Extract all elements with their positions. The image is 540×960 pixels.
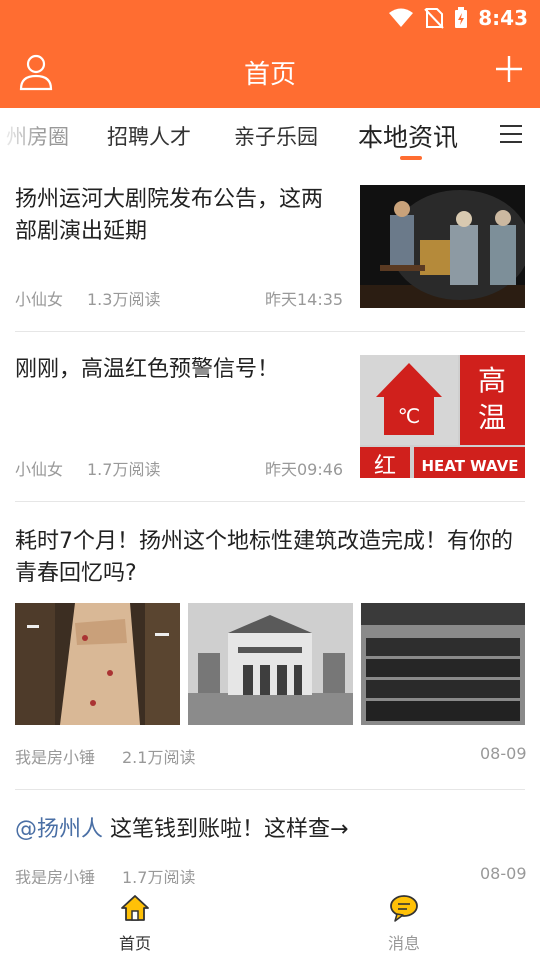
article-reads: 1.7万阅读 xyxy=(87,460,161,479)
article-author: 我是房小锤 xyxy=(15,748,96,767)
article-image xyxy=(188,603,353,725)
image-heat-wave-text: HEAT WAVE xyxy=(421,457,518,475)
divider xyxy=(15,331,525,332)
no-sim-icon xyxy=(424,8,444,29)
tab-menu-icon[interactable] xyxy=(500,125,522,145)
article-card[interactable]: @扬州人 这笔钱到账啦！这样查→ 我是房小锤 1.7万阅读 08-09 xyxy=(15,814,527,887)
article-author: 小仙女 xyxy=(15,460,64,479)
nav-messages[interactable]: 消息 xyxy=(364,894,444,954)
tab-local-news[interactable]: 本地资讯 xyxy=(358,118,458,154)
article-time: 昨天14:35 xyxy=(265,290,344,309)
article-title: 扬州运河大剧院发布公告，这两部剧演出延期 xyxy=(15,187,324,244)
nav-home[interactable]: 首页 xyxy=(95,894,175,954)
thermometer-degree-text: ℃ xyxy=(398,404,420,428)
article-reads: 1.3万阅读 xyxy=(87,290,161,309)
wifi-icon xyxy=(389,8,414,27)
add-icon[interactable] xyxy=(494,54,524,84)
article-image xyxy=(15,603,180,725)
tab-recruitment[interactable]: 招聘人才 xyxy=(107,121,191,151)
article-title: 刚刚，高温红色预警信号！ xyxy=(15,357,280,382)
tab-active-indicator xyxy=(400,156,422,160)
page-title: 首页 xyxy=(243,60,296,90)
article-time: 08-09 xyxy=(480,864,527,883)
status-icons: 8:43 xyxy=(388,4,528,32)
article-card[interactable]: 扬州运河大剧院发布公告，这两部剧演出延期 小仙女 1.3万阅读 昨天14:35 xyxy=(15,184,525,314)
article-time: 08-09 xyxy=(480,744,527,763)
nav-home-label: 首页 xyxy=(118,934,151,953)
article-thumbnail: ℃ 高 温 红 HEAT WAVE xyxy=(360,355,525,478)
status-bar: 8:43 xyxy=(0,0,540,36)
divider xyxy=(15,789,525,790)
article-thumbnail xyxy=(360,185,525,308)
article-card[interactable]: 刚刚，高温红色预警信号！ 小仙女 1.7万阅读 昨天09:46 ℃ 高 温 红 … xyxy=(15,354,525,484)
image-char-temperature: 温 xyxy=(478,401,506,434)
battery-charging-icon xyxy=(455,7,468,28)
article-image xyxy=(361,603,525,725)
article-time: 昨天09:46 xyxy=(265,460,344,479)
article-title: 耗时7个月！扬州这个地标性建筑改造完成！有你的青春回忆吗? xyxy=(15,529,513,586)
image-char-high: 高 xyxy=(478,364,506,397)
app-bar: 首页 xyxy=(0,36,540,108)
home-icon xyxy=(121,895,149,921)
mention-tag[interactable]: @扬州人 xyxy=(15,817,103,842)
divider xyxy=(15,501,525,502)
tab-parenting[interactable]: 亲子乐园 xyxy=(234,121,318,151)
nav-messages-label: 消息 xyxy=(387,934,420,953)
article-reads: 2.1万阅读 xyxy=(122,748,196,767)
image-char-red: 红 xyxy=(374,454,396,478)
article-title: 这笔钱到账啦！这样查→ xyxy=(103,817,349,842)
category-tabs: 州房圈 招聘人才 亲子乐园 本地资讯 xyxy=(0,108,540,164)
article-author: 小仙女 xyxy=(15,290,64,309)
tab-fade-overlay xyxy=(0,108,40,164)
message-icon xyxy=(390,895,418,922)
status-time: 8:43 xyxy=(478,6,528,30)
article-card[interactable]: 耗时7个月！扬州这个地标性建筑改造完成！有你的青春回忆吗? 我是房小锤 2.1万… xyxy=(15,526,527,776)
bottom-navigation: 首页 消息 xyxy=(0,884,540,960)
